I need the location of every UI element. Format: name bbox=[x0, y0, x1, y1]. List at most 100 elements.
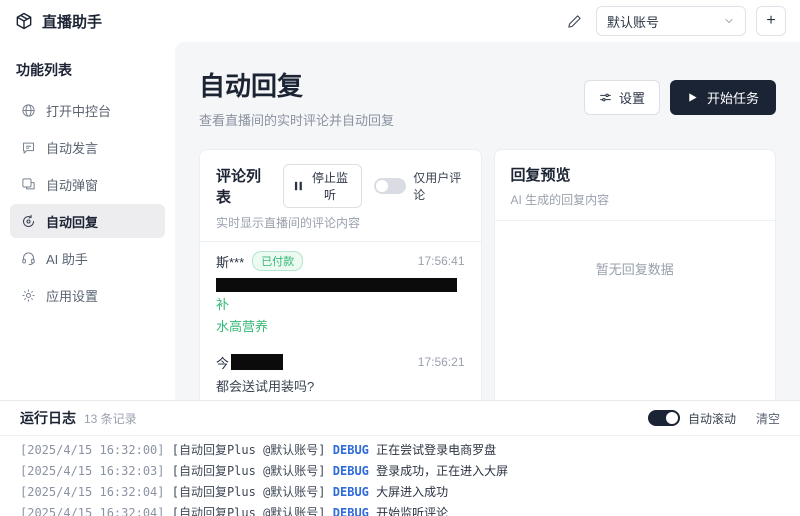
toggle-knob bbox=[666, 412, 678, 424]
run-log-count: 13 条记录 bbox=[84, 410, 137, 427]
comment-text: 补 bbox=[216, 277, 465, 315]
popup-window-icon bbox=[21, 177, 36, 192]
headset-icon bbox=[21, 251, 36, 266]
sliders-icon bbox=[599, 91, 612, 104]
sidebar-item-ai-assistant[interactable]: AI 助手 bbox=[10, 241, 165, 275]
app-brand: 直播助手 bbox=[14, 11, 102, 32]
sidebar-item-auto-reply[interactable]: 自动回复 bbox=[10, 204, 165, 238]
comment-time: 17:56:41 bbox=[418, 254, 465, 268]
paid-badge: 已付款 bbox=[252, 251, 303, 271]
comment-username: 今 bbox=[216, 353, 283, 372]
reply-preview-panel: 回复预览 AI 生成的回复内容 暂无回复数据 bbox=[494, 149, 777, 400]
chevron-down-icon bbox=[723, 15, 735, 27]
log-message: 登录成功，正在进入大屏 bbox=[376, 464, 508, 478]
log-level: DEBUG bbox=[333, 485, 369, 499]
add-account-button[interactable]: + bbox=[756, 6, 786, 36]
comment-username: 斯*** bbox=[216, 252, 244, 271]
edit-account-button[interactable] bbox=[563, 10, 586, 33]
log-time: [2025/4/15 16:32:04] bbox=[20, 485, 165, 499]
comment-list-panel: 评论列表 停止监听 仅用户评论 实时显示直播间的评论内容 bbox=[199, 149, 482, 400]
comment-text-tail: 补 bbox=[216, 297, 229, 312]
redacted-name bbox=[231, 354, 283, 370]
run-log-title: 运行日志 bbox=[20, 408, 76, 428]
sidebar-item-label: 自动弹窗 bbox=[46, 175, 98, 194]
run-log-header: 运行日志 13 条记录 自动滚动 清空 bbox=[0, 401, 800, 436]
sidebar-item-open-console[interactable]: 打开中控台 bbox=[10, 93, 165, 127]
autoscroll-toggle[interactable] bbox=[648, 410, 680, 426]
sidebar-item-app-settings[interactable]: 应用设置 bbox=[10, 278, 165, 312]
app-logo-cube-icon bbox=[14, 11, 34, 31]
sidebar: 功能列表 打开中控台 自动发言 自动弹窗 bbox=[0, 42, 175, 400]
log-message: 大屏进入成功 bbox=[376, 485, 448, 499]
run-log-panel: 运行日志 13 条记录 自动滚动 清空 [2025/4/15 16:32:00]… bbox=[0, 400, 800, 516]
comment-text: 都会送试用装吗? bbox=[216, 378, 465, 397]
comment-time: 17:56:21 bbox=[418, 355, 465, 369]
log-entry: [2025/4/15 16:32:00] [自动回复Plus @默认账号] DE… bbox=[0, 439, 800, 460]
log-source: [自动回复Plus @默认账号] bbox=[172, 443, 326, 457]
comment-text-line2: 水高营养 bbox=[216, 318, 465, 337]
sidebar-item-auto-speak[interactable]: 自动发言 bbox=[10, 130, 165, 164]
account-select-value: 默认账号 bbox=[607, 12, 717, 31]
log-source: [自动回复Plus @默认账号] bbox=[172, 464, 326, 478]
username-prefix: 今 bbox=[216, 353, 229, 372]
globe-icon bbox=[21, 103, 36, 118]
plus-icon: + bbox=[766, 12, 775, 30]
stop-listening-label: 停止监听 bbox=[309, 169, 351, 203]
clear-log-button[interactable]: 清空 bbox=[756, 410, 780, 427]
log-time: [2025/4/15 16:32:04] bbox=[20, 506, 165, 516]
user-only-toggle[interactable] bbox=[374, 178, 406, 194]
preview-panel-header: 回复预览 AI 生成的回复内容 bbox=[495, 150, 776, 221]
page-title: 自动回复 bbox=[199, 66, 394, 103]
comment-panel-header: 评论列表 停止监听 仅用户评论 实时显示直播间的评论内容 bbox=[200, 150, 481, 242]
log-rows[interactable]: [2025/4/15 16:32:00] [自动回复Plus @默认账号] DE… bbox=[0, 436, 800, 516]
log-time: [2025/4/15 16:32:00] bbox=[20, 443, 165, 457]
log-level: DEBUG bbox=[333, 443, 369, 457]
log-entry: [2025/4/15 16:32:04] [自动回复Plus @默认账号] DE… bbox=[0, 481, 800, 502]
comment-item: 斯*** 已付款 17:56:41 补 水高营养 bbox=[200, 242, 481, 344]
topbar: 直播助手 默认账号 + bbox=[0, 0, 800, 42]
log-entry: [2025/4/15 16:32:03] [自动回复Plus @默认账号] DE… bbox=[0, 460, 800, 481]
log-message: 开始监听评论 bbox=[376, 506, 448, 516]
comment-panel-title: 评论列表 bbox=[216, 165, 271, 207]
play-icon bbox=[687, 92, 698, 103]
run-log-actions: 自动滚动 清空 bbox=[648, 410, 780, 427]
main-content: 自动回复 查看直播间的实时评论并自动回复 设置 开始任务 bbox=[175, 42, 800, 400]
account-select[interactable]: 默认账号 bbox=[596, 6, 746, 36]
page-subtitle: 查看直播间的实时评论并自动回复 bbox=[199, 110, 394, 129]
comment-list[interactable]: 斯*** 已付款 17:56:41 补 水高营养 今 17:56:21 bbox=[200, 242, 481, 400]
user-only-label: 仅用户评论 bbox=[413, 169, 464, 203]
topbar-actions: 默认账号 + bbox=[563, 6, 786, 36]
log-entry: [2025/4/15 16:32:04] [自动回复Plus @默认账号] DE… bbox=[0, 502, 800, 516]
sidebar-item-label: 自动发言 bbox=[46, 138, 98, 157]
page-header: 自动回复 查看直播间的实时评论并自动回复 设置 开始任务 bbox=[199, 66, 776, 129]
sidebar-item-label: AI 助手 bbox=[46, 249, 88, 268]
sidebar-item-label: 应用设置 bbox=[46, 286, 98, 305]
settings-button[interactable]: 设置 bbox=[584, 80, 660, 115]
sidebar-item-auto-popup[interactable]: 自动弹窗 bbox=[10, 167, 165, 201]
redacted-text bbox=[216, 278, 457, 292]
pencil-icon bbox=[567, 14, 582, 29]
log-level: DEBUG bbox=[333, 506, 369, 516]
start-task-button[interactable]: 开始任务 bbox=[670, 80, 776, 115]
comment-item: 今 17:56:21 都会送试用装吗? bbox=[200, 344, 481, 400]
preview-empty-state: 暂无回复数据 bbox=[495, 221, 776, 400]
settings-button-label: 设置 bbox=[619, 88, 645, 107]
user-only-filter: 仅用户评论 bbox=[374, 169, 464, 203]
stop-listening-button[interactable]: 停止监听 bbox=[283, 164, 362, 208]
log-message: 正在尝试登录电商罗盘 bbox=[376, 443, 496, 457]
start-task-button-label: 开始任务 bbox=[707, 88, 759, 107]
chat-bubble-icon bbox=[21, 140, 36, 155]
sync-arrows-icon bbox=[21, 214, 36, 229]
preview-panel-subtitle: AI 生成的回复内容 bbox=[511, 191, 760, 208]
app-title: 直播助手 bbox=[42, 11, 102, 32]
sidebar-item-label: 自动回复 bbox=[46, 212, 98, 231]
autoscroll-label: 自动滚动 bbox=[688, 410, 736, 427]
comment-panel-subtitle: 实时显示直播间的评论内容 bbox=[216, 214, 465, 231]
toggle-knob bbox=[376, 180, 388, 192]
log-source: [自动回复Plus @默认账号] bbox=[172, 506, 326, 516]
sidebar-header: 功能列表 bbox=[0, 52, 175, 90]
log-level: DEBUG bbox=[333, 464, 369, 478]
sidebar-item-label: 打开中控台 bbox=[46, 101, 111, 120]
log-source: [自动回复Plus @默认账号] bbox=[172, 485, 326, 499]
preview-panel-title: 回复预览 bbox=[511, 164, 760, 185]
